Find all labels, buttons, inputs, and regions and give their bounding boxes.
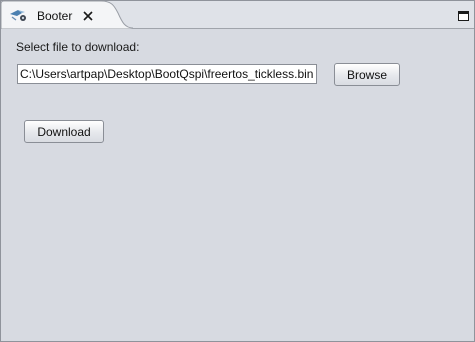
view-tab-bar: Booter — [1, 1, 474, 29]
booter-app-icon — [9, 8, 29, 22]
file-path-field[interactable]: C:\Users\artpap\Desktop\BootQspi\freerto… — [17, 64, 317, 84]
maximize-icon[interactable] — [458, 10, 469, 21]
booter-content: Select file to download: C:\Users\artpap… — [1, 29, 474, 341]
download-button[interactable]: Download — [24, 120, 104, 143]
browse-button[interactable]: Browse — [334, 63, 400, 86]
tab-title: Booter — [37, 9, 73, 23]
tab-booter[interactable]: Booter — [1, 1, 133, 29]
close-icon[interactable] — [82, 10, 94, 22]
select-file-label: Select file to download: — [16, 40, 140, 54]
file-path-value: C:\Users\artpap\Desktop\BootQspi\freerto… — [20, 67, 314, 81]
booter-view: Booter Select file to download: C:\Users… — [0, 0, 475, 342]
